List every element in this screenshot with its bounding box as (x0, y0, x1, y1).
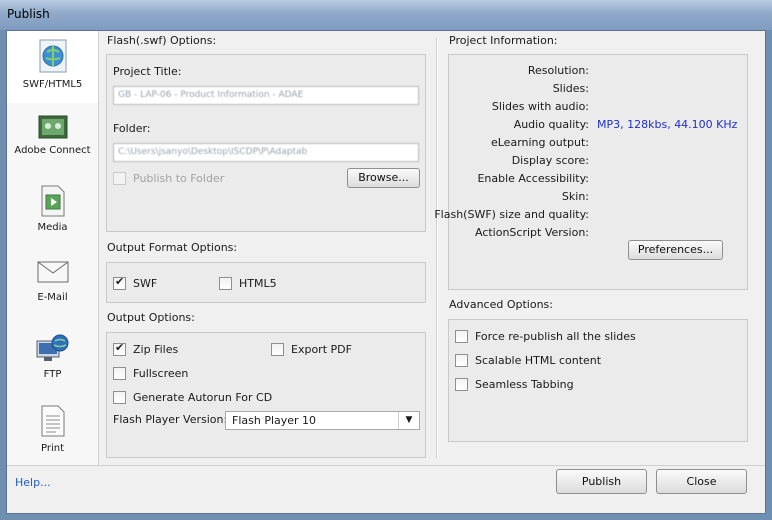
output-options-heading: Output Options: (107, 311, 195, 324)
dialog-body: SWF/HTML5 Adobe Connect Media E-Mail FTP… (6, 30, 766, 514)
sidebar-item-label: SWF/HTML5 (22, 79, 83, 90)
checkbox-box[interactable] (113, 171, 126, 185)
flash-player-version-select[interactable]: Flash Player 10 ▼ (225, 411, 420, 430)
publish-to-folder-checkbox[interactable]: Publish to Folder (113, 170, 224, 186)
flash-options-heading: Flash(.swf) Options: (107, 34, 217, 47)
output-format-heading: Output Format Options: (107, 241, 238, 254)
email-icon (37, 261, 68, 283)
elearning-output-label: eLearning output: (490, 136, 589, 149)
checkbox-box[interactable] (113, 275, 126, 290)
checkbox-box[interactable] (113, 341, 126, 356)
sidebar-item-adobe-connect[interactable]: Adobe Connect (7, 111, 98, 171)
checkbox-box[interactable] (219, 276, 232, 290)
force-republish-label: Force re-publish all the slides (475, 329, 636, 343)
html5-checkbox[interactable]: HTML5 (219, 275, 277, 291)
audio-quality-label: Audio quality: (513, 118, 589, 131)
chevron-down-icon[interactable]: ▼ (398, 412, 419, 429)
checkbox-box[interactable] (271, 342, 284, 356)
resolution-label: Resolution: (527, 64, 589, 77)
sidebar-item-swf-html5[interactable]: SWF/HTML5 (7, 31, 98, 103)
fullscreen-checkbox[interactable]: Fullscreen (113, 365, 188, 381)
sidebar-item-label: E-Mail (37, 292, 68, 303)
output-options-group: Zip Files Export PDF Fullscreen Generate… (106, 332, 426, 458)
checkbox-box[interactable] (113, 366, 126, 380)
actionscript-version-label: ActionScript Version: (474, 226, 589, 239)
folder-label: Folder: (113, 122, 151, 135)
preferences-button[interactable]: Preferences... (628, 240, 723, 260)
flash-player-version-value: Flash Player 10 (232, 414, 317, 427)
publish-target-sidebar: SWF/HTML5 Adobe Connect Media E-Mail FTP… (7, 31, 99, 465)
sidebar-item-label: Adobe Connect (14, 145, 91, 156)
swf-html5-icon (39, 39, 66, 73)
generate-autorun-checkbox[interactable]: Generate Autorun For CD (113, 389, 272, 405)
checkbox-box[interactable] (455, 329, 468, 343)
output-format-group: SWF HTML5 (106, 262, 426, 303)
export-pdf-checkbox[interactable]: Export PDF (271, 341, 352, 357)
enable-accessibility-label: Enable Accessibility: (477, 172, 589, 185)
sidebar-item-media[interactable]: Media (7, 183, 98, 243)
generate-autorun-label: Generate Autorun For CD (133, 390, 273, 404)
audio-quality-value: MP3, 128kbs, 44.100 KHz (597, 118, 738, 131)
swf-size-quality-label: Flash(SWF) size and quality: (434, 208, 589, 221)
sidebar-item-label: FTP (43, 369, 62, 380)
fullscreen-label: Fullscreen (133, 366, 189, 380)
checkbox-box[interactable] (113, 390, 126, 404)
vertical-divider (436, 37, 438, 459)
folder-input[interactable]: C:\Users\jsanyo\Desktop\ISCDP\P\Adaptab (113, 143, 419, 162)
flash-player-version-label: Flash Player Version: (113, 413, 228, 426)
advanced-options-heading: Advanced Options: (449, 298, 553, 311)
seamless-tabbing-checkbox[interactable]: Seamless Tabbing (455, 376, 574, 392)
checkbox-box[interactable] (455, 377, 468, 391)
print-icon (41, 405, 64, 437)
checkbox-box[interactable] (455, 353, 468, 367)
zip-files-label: Zip Files (133, 342, 179, 356)
help-link[interactable]: Help... (15, 476, 51, 489)
scalable-html-checkbox[interactable]: Scalable HTML content (455, 352, 601, 368)
seamless-tabbing-label: Seamless Tabbing (475, 377, 574, 391)
sidebar-item-ftp[interactable]: FTP (7, 331, 98, 391)
sidebar-item-label: Media (37, 222, 68, 233)
slides-with-audio-label: Slides with audio: (491, 100, 589, 113)
project-info-heading: Project Information: (449, 34, 558, 47)
ftp-icon (36, 334, 68, 361)
swf-checkbox[interactable]: SWF (113, 275, 157, 291)
adobe-connect-icon (38, 115, 67, 139)
scalable-html-label: Scalable HTML content (475, 353, 602, 367)
zip-files-checkbox[interactable]: Zip Files (113, 341, 178, 357)
advanced-options-group: Force re-publish all the slides Scalable… (448, 319, 748, 442)
publish-to-folder-label: Publish to Folder (133, 171, 225, 185)
footer-divider (7, 465, 765, 466)
project-title-input[interactable]: GB - LAP-06 - Product Information - ADAE (113, 86, 419, 105)
swf-label: SWF (133, 276, 158, 290)
html5-label: HTML5 (239, 276, 277, 290)
sidebar-item-print[interactable]: Print (7, 403, 98, 463)
title-bar[interactable]: Publish (0, 0, 772, 30)
skin-label: Skin: (561, 190, 589, 203)
sidebar-item-label: Print (40, 443, 64, 454)
close-button[interactable]: Close (656, 469, 747, 494)
media-icon (41, 185, 64, 217)
slides-label: Slides: (552, 82, 589, 95)
sidebar-item-email[interactable]: E-Mail (7, 257, 98, 317)
export-pdf-label: Export PDF (291, 342, 352, 356)
flash-options-group: Project Title: GB - LAP-06 - Product Inf… (106, 54, 426, 232)
window-title: Publish (7, 7, 50, 21)
display-score-label: Display score: (511, 154, 589, 167)
publish-button[interactable]: Publish (556, 469, 647, 494)
publish-dialog: Publish SWF/HTML5 Adobe Connect Media E-… (0, 0, 772, 520)
project-title-label: Project Title: (113, 65, 182, 78)
browse-button[interactable]: Browse... (347, 168, 420, 188)
force-republish-checkbox[interactable]: Force re-publish all the slides (455, 328, 636, 344)
